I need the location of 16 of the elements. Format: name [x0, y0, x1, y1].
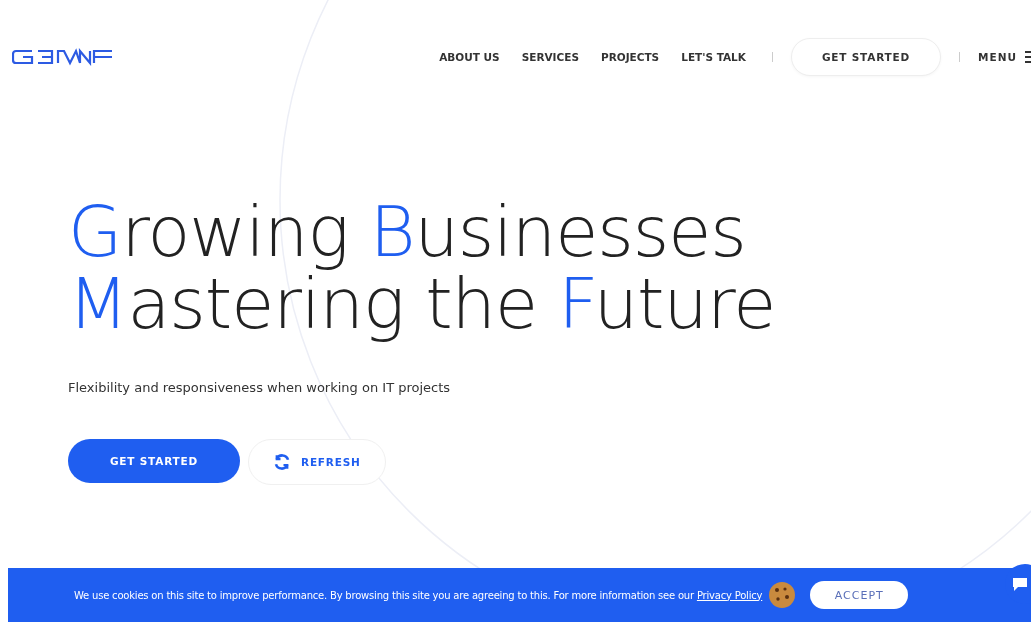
refresh-button[interactable]: REFRESH: [248, 439, 386, 485]
nav-link[interactable]: LET'S TALK: [681, 51, 746, 63]
accept-button[interactable]: ACCEPT: [810, 581, 909, 609]
subtitle: Flexibility and responsiveness when working on IT projects: [68, 380, 452, 395]
cookie-notice: We use cookies on this site to improve performance. By browsing this site you are agreeing to this. For more information see our Privacy Policy: [74, 589, 763, 601]
get-started-button[interactable]: GET STARTED: [790, 38, 942, 76]
nav-link[interactable]: ABOUT US: [439, 51, 500, 63]
nav-link[interactable]: PROJECTS: [600, 51, 660, 63]
menu-button[interactable]: MENU: [978, 51, 1017, 63]
get-started-button[interactable]: GET STARTED: [68, 439, 240, 483]
chat-bubble-icon: [1011, 576, 1029, 592]
privacy-policy-link[interactable]: Privacy Policy: [696, 589, 763, 601]
refresh-icon: [273, 453, 291, 471]
nav-link[interactable]: SERVICES: [521, 51, 579, 63]
cookie-icon: [768, 581, 797, 609]
headline: Growing Businesses M astering the Future: [68, 196, 777, 340]
